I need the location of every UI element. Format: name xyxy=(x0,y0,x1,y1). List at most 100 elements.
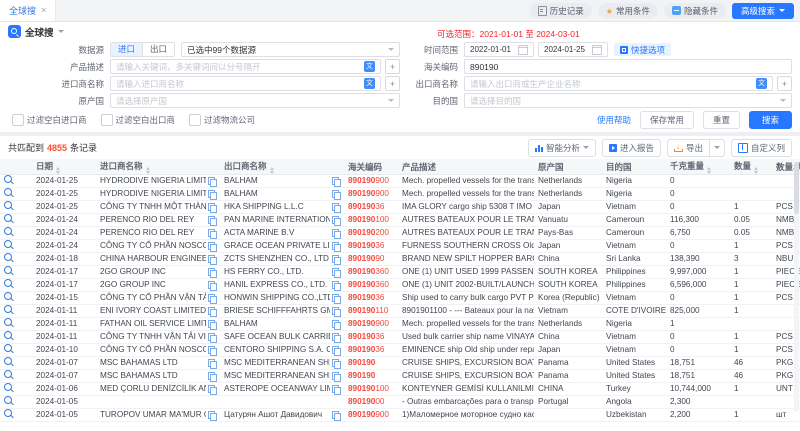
scrollbar-thumb[interactable] xyxy=(794,162,799,214)
magnifier-icon[interactable] xyxy=(4,253,12,261)
translate-icon[interactable] xyxy=(756,78,767,89)
cell-view[interactable] xyxy=(0,305,32,318)
help-link[interactable]: 使用帮助 xyxy=(597,114,631,126)
copy-icon[interactable] xyxy=(208,190,216,199)
cell-hscode[interactable]: 890190900 xyxy=(344,175,398,188)
magnifier-icon[interactable] xyxy=(4,279,12,287)
copy-icon[interactable] xyxy=(332,177,340,186)
cell-hscode[interactable]: 89019036 xyxy=(344,344,398,357)
table-row[interactable]: 2024-01-11ENI IVORY COAST LIMITEDBRIESE … xyxy=(0,305,800,318)
table-row[interactable]: 2024-01-172GO GROUP INCHS FERRY CO., LTD… xyxy=(0,266,800,279)
magnifier-icon[interactable] xyxy=(4,240,12,248)
cell-view[interactable] xyxy=(0,279,32,292)
cell-hscode[interactable]: 890190360 xyxy=(344,279,398,292)
sort-icon[interactable] xyxy=(56,167,60,174)
copy-icon[interactable] xyxy=(208,320,216,329)
table-row[interactable]: 2024-01-24PERENCO RIO DEL REYPAN MARINE … xyxy=(0,214,800,227)
copy-icon[interactable] xyxy=(332,216,340,225)
checkbox-icon[interactable] xyxy=(189,114,201,126)
copy-icon[interactable] xyxy=(208,229,216,238)
magnifier-icon[interactable] xyxy=(4,331,12,339)
copy-icon[interactable] xyxy=(332,346,340,355)
magnifier-icon[interactable] xyxy=(4,396,12,404)
data-source-select[interactable]: 已选中99个数据源 xyxy=(181,42,400,57)
cell-view[interactable] xyxy=(0,227,32,240)
magnifier-icon[interactable] xyxy=(4,383,12,391)
copy-icon[interactable] xyxy=(332,372,340,381)
favorite-conditions-button[interactable]: 常用条件 xyxy=(598,3,658,18)
cell-view[interactable] xyxy=(0,344,32,357)
expand-icon[interactable] xyxy=(385,59,400,74)
copy-icon[interactable] xyxy=(332,333,340,342)
copy-icon[interactable] xyxy=(332,320,340,329)
smart-analysis-button[interactable]: 智能分析 xyxy=(528,139,596,157)
table-row[interactable]: 2024-01-06MED ÇORLU DENİZCİLİK ANONİM Şİ… xyxy=(0,383,800,396)
cell-hscode[interactable]: 890190900 xyxy=(344,188,398,201)
end-date-input[interactable]: 2024-01-25 xyxy=(538,42,608,57)
copy-icon[interactable] xyxy=(208,281,216,290)
copy-icon[interactable] xyxy=(332,307,340,316)
cell-hscode[interactable]: 890190200 xyxy=(344,227,398,240)
copy-icon[interactable] xyxy=(332,190,340,199)
magnifier-icon[interactable] xyxy=(4,214,12,222)
importer-input[interactable]: 请输入进口商名称 xyxy=(110,76,381,91)
cell-hscode[interactable]: 89019036 xyxy=(344,201,398,214)
magnifier-icon[interactable] xyxy=(4,344,12,352)
vertical-scrollbar[interactable] xyxy=(794,162,799,412)
cell-view[interactable] xyxy=(0,175,32,188)
cell-hscode[interactable]: 890190900 xyxy=(344,318,398,331)
export-button[interactable]: 导出 xyxy=(667,139,710,157)
copy-icon[interactable] xyxy=(208,294,216,303)
save-conditions-button[interactable]: 保存常用 xyxy=(640,111,694,129)
cell-hscode[interactable]: 89019000 xyxy=(344,396,398,409)
copy-icon[interactable] xyxy=(208,333,216,342)
copy-icon[interactable] xyxy=(208,268,216,277)
copy-icon[interactable] xyxy=(208,177,216,186)
magnifier-icon[interactable] xyxy=(4,409,12,417)
copy-icon[interactable] xyxy=(332,281,340,290)
cell-view[interactable] xyxy=(0,214,32,227)
magnifier-icon[interactable] xyxy=(4,357,12,365)
magnifier-icon[interactable] xyxy=(4,370,12,378)
cell-view[interactable] xyxy=(0,357,32,370)
table-row[interactable]: 2024-01-25HYDRODIVE NIGERIA LIMITEDBALHA… xyxy=(0,175,800,188)
cell-view[interactable] xyxy=(0,370,32,383)
cell-hscode[interactable]: 890190 xyxy=(344,357,398,370)
cell-hscode[interactable]: 89019090 xyxy=(344,253,398,266)
copy-icon[interactable] xyxy=(208,385,216,394)
magnifier-icon[interactable] xyxy=(4,188,12,196)
hs-code-input[interactable]: 890190 xyxy=(464,59,792,74)
copy-icon[interactable] xyxy=(332,229,340,238)
hide-conditions-button[interactable]: 隐藏条件 xyxy=(664,3,726,18)
table-row[interactable]: 2024-01-05TUROPOV UMAR MA'MUR O'G'LIЦату… xyxy=(0,409,800,422)
column-header-exporter[interactable]: 出口商名称 xyxy=(220,159,344,175)
cell-hscode[interactable]: 890190100 xyxy=(344,383,398,396)
table-row[interactable]: 2024-01-15CÔNG TY CỔ PHẦN VẬN TẢI VÀ TIẾ… xyxy=(0,292,800,305)
copy-icon[interactable] xyxy=(208,346,216,355)
origin-country-select[interactable]: 请选择原产国 xyxy=(110,93,400,108)
cell-hscode[interactable]: 89019036 xyxy=(344,292,398,305)
search-button[interactable]: 搜索 xyxy=(749,111,792,129)
copy-icon[interactable] xyxy=(208,372,216,381)
cell-view[interactable] xyxy=(0,409,32,422)
table-row[interactable]: 2024-01-11CÔNG TY TNHH VẬN TẢI VIỆT THUẬ… xyxy=(0,331,800,344)
cell-hscode[interactable]: 890190900 xyxy=(344,409,398,422)
copy-icon[interactable] xyxy=(208,216,216,225)
reset-button[interactable]: 重置 xyxy=(703,111,740,129)
enter-report-button[interactable]: 进入报告 xyxy=(602,139,661,157)
customize-columns-button[interactable]: 自定义列 xyxy=(731,139,792,157)
table-row[interactable]: 2024-01-11FATHAN OIL SERVICE LIMITEDBALH… xyxy=(0,318,800,331)
cell-hscode[interactable]: 890190110 xyxy=(344,305,398,318)
cell-view[interactable] xyxy=(0,318,32,331)
tab-global-search[interactable]: 全球搜 xyxy=(0,0,56,21)
cell-view[interactable] xyxy=(0,396,32,409)
cell-hscode[interactable]: 890190100 xyxy=(344,214,398,227)
copy-icon[interactable] xyxy=(332,268,340,277)
sort-icon[interactable] xyxy=(754,167,758,174)
table-row[interactable]: 2024-01-24CÔNG TY CỔ PHẦN NOSCO SHIPYARD… xyxy=(0,240,800,253)
table-row[interactable]: 2024-01-25CÔNG TY TNHH MỘT THÀNH VIÊN ĐÔ… xyxy=(0,201,800,214)
checkbox-icon[interactable] xyxy=(101,114,113,126)
product-desc-input[interactable]: 请输入关键词，多关键词间以分号隔开 xyxy=(110,59,381,74)
sort-icon[interactable] xyxy=(146,167,150,174)
cell-hscode[interactable]: 89019036 xyxy=(344,240,398,253)
